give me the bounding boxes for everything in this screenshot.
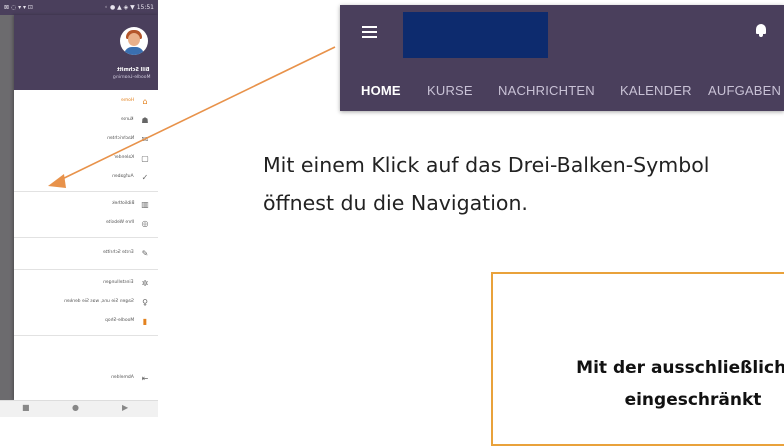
- drawer-divider: [14, 335, 158, 336]
- drawer-divider: [14, 269, 158, 270]
- drawer-item-label: Einstellungen: [103, 280, 134, 285]
- tab-home[interactable]: HOME: [361, 83, 401, 98]
- drawer-item-label: Sagen Sie uns, was Sie denken: [64, 299, 134, 304]
- home-icon: ⌂: [142, 97, 148, 106]
- notice-box: Mit der ausschließlichen eingeschränkt: [491, 272, 784, 446]
- drawer-item-home[interactable]: Home ⌂: [14, 93, 158, 112]
- shop-icon: ▮: [142, 317, 148, 326]
- tab-kurse[interactable]: KURSE: [427, 83, 473, 98]
- status-icons-left: ⊠ ◌ ▾ ▾ ⊡: [4, 4, 33, 11]
- tab-kalender[interactable]: KALENDER: [620, 83, 692, 98]
- recent-button[interactable]: ▶: [122, 403, 128, 412]
- notice-line-2: eingeschränkt: [624, 390, 762, 410]
- logout-icon: ⇤: [141, 374, 149, 383]
- school-icon: ☗: [141, 116, 149, 125]
- navigation-drawer: Bill Schmitt Moodle-Learning Home ⌂ Kurs…: [14, 15, 158, 400]
- drawer-item-nachrichten[interactable]: Nachrichten ✉: [14, 131, 158, 150]
- drawer-item-erste-schritte[interactable]: Erste Schritte ✎: [14, 245, 158, 264]
- android-navbar: ■ ● ▶: [0, 400, 158, 417]
- drawer-item-label: Nachrichten: [106, 136, 134, 141]
- avatar[interactable]: [120, 27, 148, 55]
- drawer-item-website[interactable]: Ihre Website ◎: [14, 215, 158, 234]
- drawer-item-label: Moodle-Shop: [104, 318, 134, 323]
- tab-aufgaben[interactable]: AUFGABEN: [708, 83, 781, 98]
- app-bar: HOME KURSE NACHRICHTEN KALENDER AUFGABEN: [340, 5, 784, 111]
- drawer-item-aufgaben[interactable]: Aufgaben ✓: [14, 169, 158, 188]
- drawer-item-abmelden[interactable]: Abmelden ⇤: [14, 370, 158, 389]
- drawer-item-label: Ihre Website: [105, 220, 134, 225]
- home-button[interactable]: ●: [72, 403, 79, 412]
- bell-icon[interactable]: [755, 24, 767, 37]
- drawer-item-label: Bibliothek: [111, 201, 134, 206]
- calendar-icon: ▢: [141, 154, 149, 163]
- notice-text: Mit der ausschließlichen eingeschränkt: [513, 352, 784, 416]
- lightbulb-icon: ♀: [142, 298, 148, 307]
- drawer-item-label: Abmelden: [111, 375, 134, 380]
- drawer-item-kalender[interactable]: Kalender ▢: [14, 150, 158, 169]
- chat-icon: ✉: [141, 135, 149, 144]
- notice-line-1: Mit der ausschließlichen: [576, 358, 784, 378]
- drawer-item-feedback[interactable]: Sagen Sie uns, was Sie denken ♀: [14, 294, 158, 313]
- check-icon: ✓: [141, 173, 149, 182]
- drawer-item-label: Home: [120, 98, 134, 103]
- status-icons-right: ◦ ● ▲ ◈ ▼ 15:51: [104, 4, 154, 11]
- drawer-user-name: Bill Schmitt: [117, 67, 150, 73]
- globe-icon: ◎: [141, 219, 149, 228]
- site-logo[interactable]: [403, 12, 548, 58]
- hamburger-menu-icon[interactable]: [362, 26, 377, 38]
- drawer-item-shop[interactable]: Moodle-Shop ▮: [14, 313, 158, 332]
- drawer-item-bibliothek[interactable]: Bibliothek ▥: [14, 196, 158, 215]
- library-icon: ▥: [141, 200, 149, 209]
- drawer-divider: [14, 191, 158, 192]
- instruction-line-2: öffnest du die Navigation.: [263, 191, 528, 215]
- drawer-item-einstellungen[interactable]: Einstellungen ✲: [14, 275, 158, 294]
- phone-screenshot: ⊠ ◌ ▾ ▾ ⊡ ◦ ● ▲ ◈ ▼ 15:51 Bill Schmitt M…: [0, 0, 158, 417]
- drawer-item-label: Kalender: [114, 155, 134, 160]
- instruction-text: Mit einem Klick auf das Drei-Balken-Symb…: [263, 146, 784, 222]
- pencil-icon: ✎: [141, 249, 149, 258]
- instruction-line-1: Mit einem Klick auf das Drei-Balken-Symb…: [263, 153, 710, 177]
- tab-nachrichten[interactable]: NACHRICHTEN: [498, 83, 595, 98]
- back-button[interactable]: ■: [22, 403, 30, 412]
- drawer-item-label: Kurse: [121, 117, 134, 122]
- drawer-divider: [14, 237, 158, 238]
- drawer-item-label: Aufgaben: [112, 174, 134, 179]
- gear-icon: ✲: [141, 279, 149, 288]
- status-bar: ⊠ ◌ ▾ ▾ ⊡ ◦ ● ▲ ◈ ▼ 15:51: [0, 0, 158, 15]
- drawer-item-kurse[interactable]: Kurse ☗: [14, 112, 158, 131]
- dimmed-content[interactable]: [0, 15, 14, 400]
- drawer-header: Bill Schmitt Moodle-Learning: [14, 15, 158, 90]
- drawer-item-label: Erste Schritte: [103, 250, 134, 255]
- drawer-user-subtitle: Moodle-Learning: [112, 75, 150, 80]
